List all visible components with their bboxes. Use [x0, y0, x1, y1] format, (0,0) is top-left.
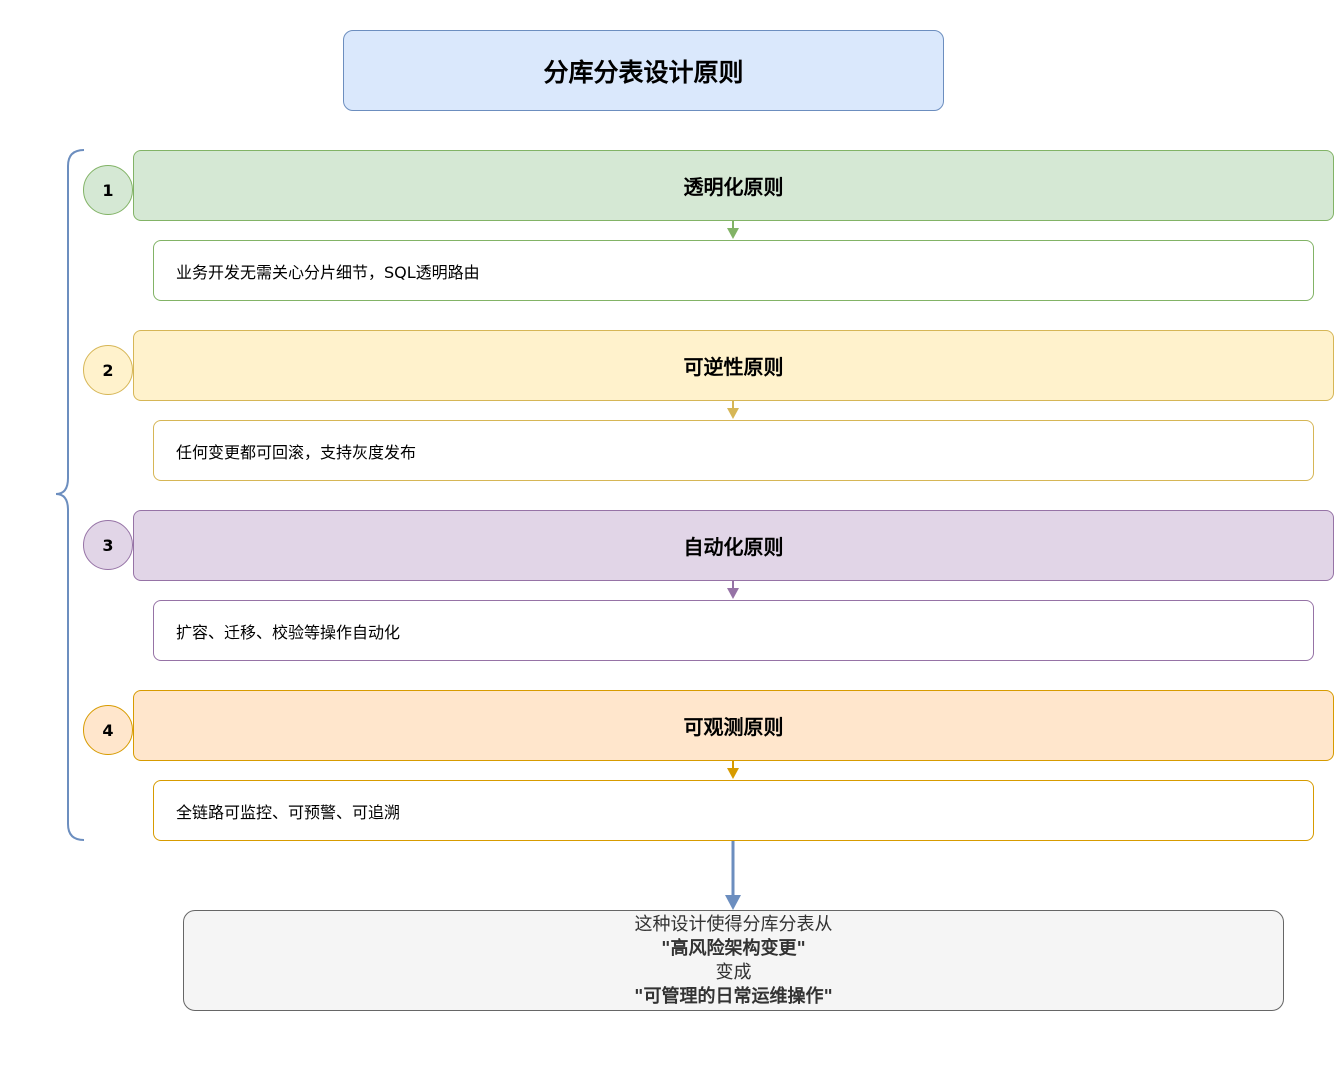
- summary-line-4: "可管理的日常运维操作": [634, 985, 833, 1007]
- principle-3-header: 自动化原则: [133, 510, 1334, 581]
- principle-4-number-badge: 4: [83, 705, 133, 755]
- principle-1-description: 业务开发无需关心分片细节，SQL透明路由: [153, 240, 1314, 301]
- summary-line-2: "高风险架构变更": [661, 937, 806, 959]
- arrow-principle-4: [727, 761, 739, 779]
- summary-box: 这种设计使得分库分表从 "高风险架构变更" 变成 "可管理的日常运维操作": [183, 910, 1284, 1011]
- principle-2-header: 可逆性原则: [133, 330, 1334, 401]
- principle-4-header: 可观测原则: [133, 690, 1334, 761]
- left-brace: [55, 149, 85, 841]
- summary-line-3: 变成: [715, 961, 752, 983]
- arrow-to-summary: [725, 841, 741, 910]
- arrow-principle-1: [727, 221, 739, 239]
- principle-1-number-badge: 1: [83, 165, 133, 215]
- principle-1-header: 透明化原则: [133, 150, 1334, 221]
- summary-line-1: 这种设计使得分库分表从: [634, 913, 833, 935]
- principle-4-description: 全链路可监控、可预警、可追溯: [153, 780, 1314, 841]
- principle-3-description: 扩容、迁移、校验等操作自动化: [153, 600, 1314, 661]
- principle-3-number-badge: 3: [83, 520, 133, 570]
- arrow-principle-2: [727, 401, 739, 419]
- principle-2-number-badge: 2: [83, 345, 133, 395]
- principle-2-description: 任何变更都可回滚，支持灰度发布: [153, 420, 1314, 481]
- arrow-principle-3: [727, 581, 739, 599]
